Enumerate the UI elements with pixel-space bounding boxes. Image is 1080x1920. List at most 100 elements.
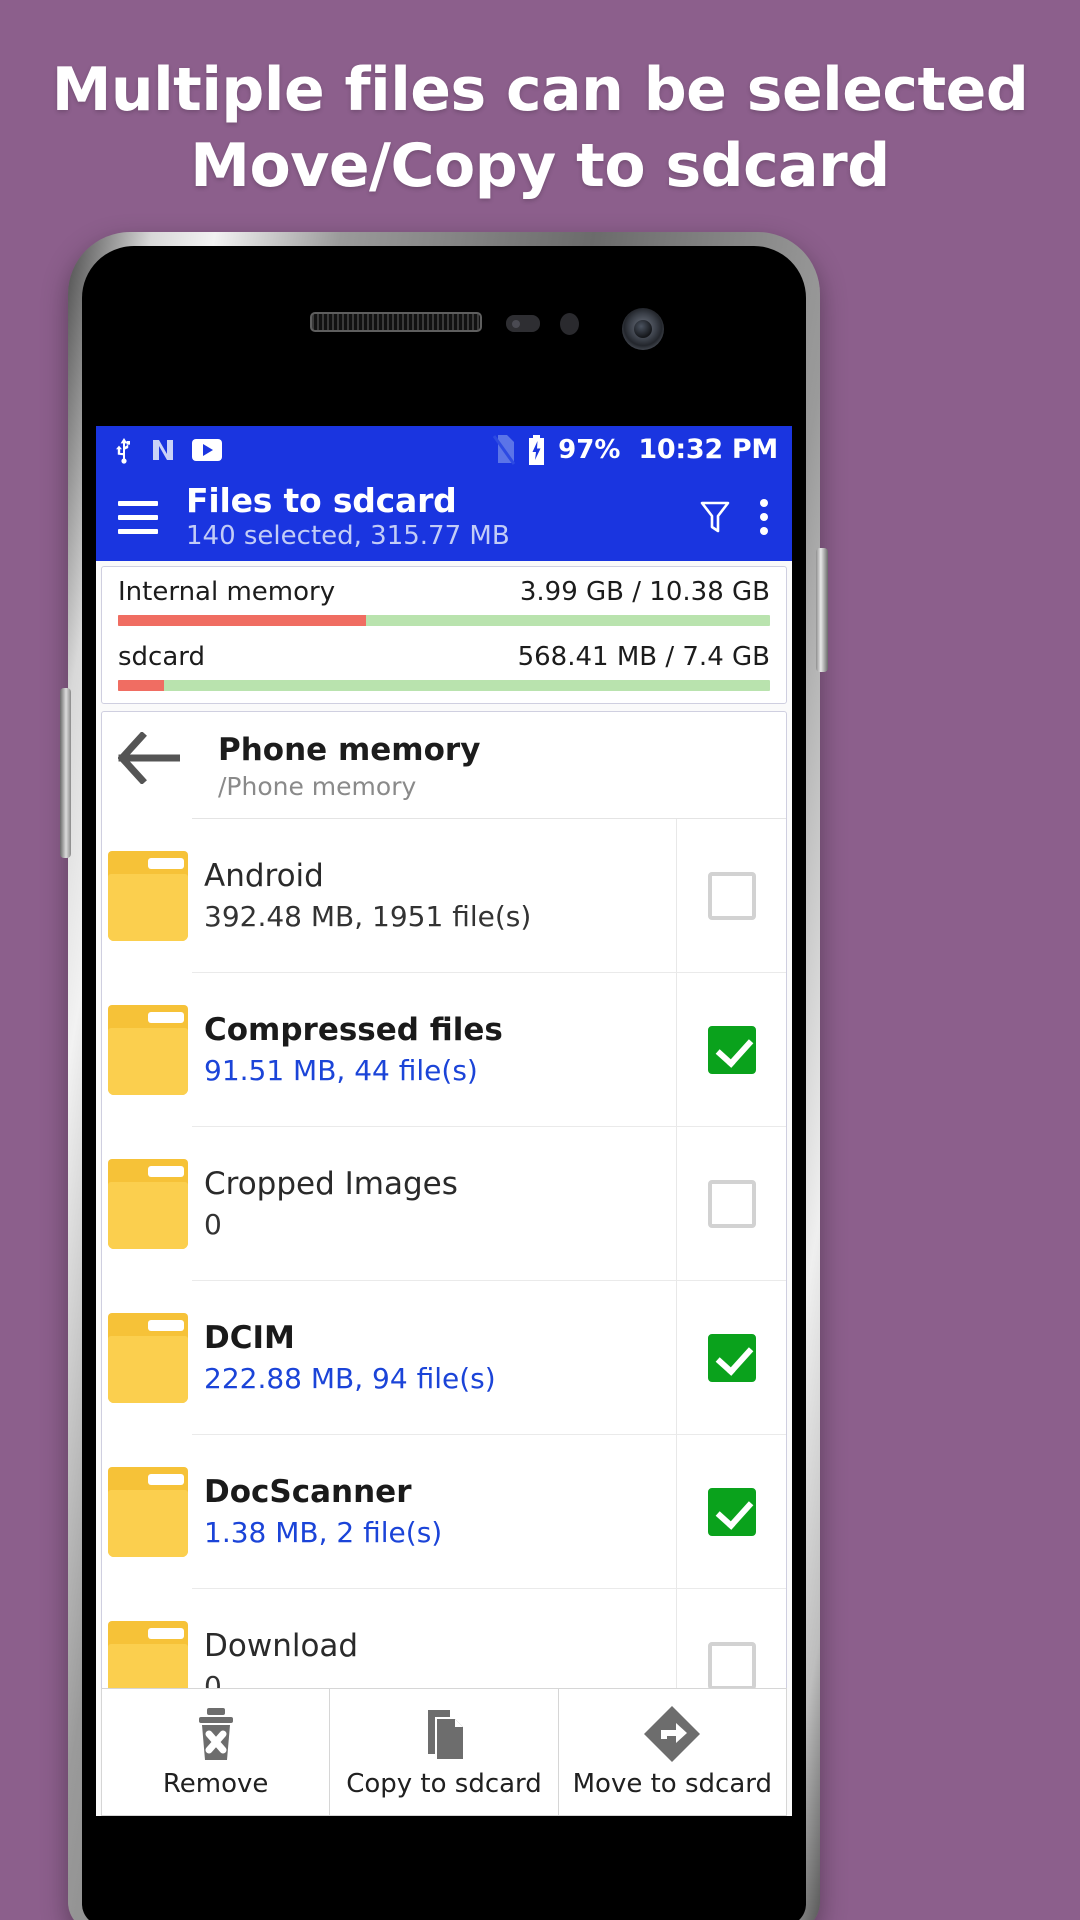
file-name: DCIM: [204, 1319, 295, 1356]
checkbox-cell[interactable]: [676, 1435, 786, 1589]
folder-icon-cell: [102, 1281, 192, 1435]
overflow-menu-icon[interactable]: [760, 499, 768, 535]
trash-delete-icon: [193, 1705, 239, 1763]
storage-value: 568.41 MB / 7.4 GB: [517, 642, 770, 672]
phone-screen-bezel: 97% 10:32 PM Files to sdcard 140 selecte…: [82, 246, 806, 1920]
toolbar-label: Remove: [162, 1769, 269, 1799]
status-bar-right-icons: 97% 10:32 PM: [493, 434, 778, 465]
breadcrumb[interactable]: Phone memory /Phone memory: [118, 712, 786, 819]
status-bar-left-icons: [114, 436, 222, 464]
table-row[interactable]: Compressed files 91.51 MB, 44 file(s): [102, 973, 786, 1127]
phone-mockup: 97% 10:32 PM Files to sdcard 140 selecte…: [60, 232, 828, 1920]
nfc-icon: [153, 439, 173, 460]
back-arrow-icon[interactable]: [118, 732, 180, 784]
file-meta: 1.38 MB, 2 file(s): [204, 1515, 443, 1549]
breadcrumb-title: Phone memory: [218, 732, 481, 768]
file-checkbox[interactable]: [707, 1333, 756, 1382]
filter-icon[interactable]: [700, 500, 730, 534]
storage-progress-bar: [118, 615, 770, 626]
file-info: DCIM 222.88 MB, 94 file(s): [192, 1281, 676, 1435]
file-info: Android 392.48 MB, 1951 file(s): [192, 819, 676, 973]
promo-headline-line-2: Move/Copy to sdcard: [190, 131, 890, 201]
folder-icon-cell: [102, 973, 192, 1127]
storage-summary-card: Internal memory 3.99 GB / 10.38 GB sdcar…: [101, 566, 787, 704]
copy-file-icon: [420, 1705, 468, 1763]
storage-progress-fill: [118, 680, 164, 691]
file-name: DocScanner: [204, 1473, 412, 1510]
storage-progress-fill: [118, 615, 366, 626]
app-bar-titles: Files to sdcard 140 selected, 315.77 MB: [186, 482, 510, 552]
storage-row-internal[interactable]: Internal memory 3.99 GB / 10.38 GB: [118, 577, 770, 626]
front-camera-icon: [622, 308, 664, 350]
proximity-sensor-icon: [506, 315, 540, 332]
selection-summary: 140 selected, 315.77 MB: [186, 521, 510, 551]
status-bar: 97% 10:32 PM: [96, 426, 792, 473]
file-checkbox[interactable]: [707, 1179, 756, 1228]
usb-icon: [116, 437, 130, 464]
file-meta: 222.88 MB, 94 file(s): [204, 1361, 496, 1395]
checkbox-cell[interactable]: [676, 1127, 786, 1281]
status-bar-clock: 10:32 PM: [638, 434, 778, 465]
file-name: Cropped Images: [204, 1165, 458, 1202]
battery-charging-icon: [529, 434, 545, 465]
page-title: Files to sdcard: [186, 481, 457, 520]
file-name: Android: [204, 857, 324, 894]
folder-icon-cell: [102, 1435, 192, 1589]
no-sim-icon: [493, 434, 516, 465]
promo-headline-line-1: Multiple files can be selected: [51, 55, 1029, 125]
table-row[interactable]: DCIM 222.88 MB, 94 file(s): [102, 1281, 786, 1435]
file-meta: 91.51 MB, 44 file(s): [204, 1053, 478, 1087]
file-name: Compressed files: [204, 1011, 503, 1048]
toolbar-label: Copy to sdcard: [346, 1769, 542, 1799]
app-bar: Files to sdcard 140 selected, 315.77 MB: [96, 473, 792, 561]
battery-percentage: 97%: [558, 434, 621, 465]
move-to-sdcard-button[interactable]: Move to sdcard: [559, 1689, 786, 1815]
file-meta: 392.48 MB, 1951 file(s): [204, 899, 532, 933]
volume-button[interactable]: [60, 688, 71, 858]
table-row[interactable]: DocScanner 1.38 MB, 2 file(s): [102, 1435, 786, 1589]
storage-name: Internal memory: [118, 577, 336, 607]
power-button[interactable]: [816, 548, 828, 672]
file-meta: 0: [204, 1207, 222, 1241]
file-checkbox[interactable]: [707, 1642, 756, 1690]
file-list-card: Phone memory /Phone memory Android 392.4…: [101, 711, 787, 1816]
file-checkbox[interactable]: [707, 871, 756, 920]
checkbox-cell[interactable]: [676, 973, 786, 1127]
remove-button[interactable]: Remove: [102, 1689, 331, 1815]
storage-row-sdcard[interactable]: sdcard 568.41 MB / 7.4 GB: [118, 642, 770, 691]
file-checkbox[interactable]: [707, 1487, 756, 1536]
folder-icon: [108, 1159, 188, 1249]
promo-headline: Multiple files can be selected Move/Copy…: [0, 52, 1080, 204]
file-checkbox[interactable]: [707, 1025, 756, 1074]
storage-value: 3.99 GB / 10.38 GB: [519, 577, 770, 607]
hamburger-menu-icon[interactable]: [118, 500, 158, 534]
light-sensor-icon: [560, 313, 579, 335]
table-row[interactable]: Cropped Images 0: [102, 1127, 786, 1281]
phone-top-hardware: [82, 306, 806, 350]
app-bar-actions: [700, 499, 774, 535]
table-row[interactable]: Android 392.48 MB, 1951 file(s): [102, 819, 786, 973]
earpiece-speaker-icon: [310, 312, 482, 332]
checkbox-cell[interactable]: [676, 1281, 786, 1435]
bottom-action-toolbar: Remove Copy to sdcard Move to sdcard: [101, 1688, 787, 1816]
checkbox-cell[interactable]: [676, 819, 786, 973]
copy-to-sdcard-button[interactable]: Copy to sdcard: [330, 1689, 559, 1815]
storage-progress-bar: [118, 680, 770, 691]
folder-icon: [108, 1005, 188, 1095]
toolbar-label: Move to sdcard: [572, 1769, 772, 1799]
folder-icon: [108, 1313, 188, 1403]
file-name: Download: [204, 1628, 359, 1664]
storage-name: sdcard: [118, 642, 206, 672]
file-info: Compressed files 91.51 MB, 44 file(s): [192, 973, 676, 1127]
folder-icon-cell: [102, 819, 192, 973]
folder-icon-cell: [102, 1127, 192, 1281]
move-arrow-icon: [644, 1705, 701, 1763]
navigation-bar-area: [96, 1816, 792, 1920]
folder-icon: [108, 1467, 188, 1557]
folder-icon: [108, 851, 188, 941]
file-info: DocScanner 1.38 MB, 2 file(s): [192, 1435, 676, 1589]
breadcrumb-path: /Phone memory: [218, 772, 417, 801]
app-screen: 97% 10:32 PM Files to sdcard 140 selecte…: [96, 426, 792, 1816]
youtube-icon: [192, 438, 222, 461]
file-info: Cropped Images 0: [192, 1127, 676, 1281]
